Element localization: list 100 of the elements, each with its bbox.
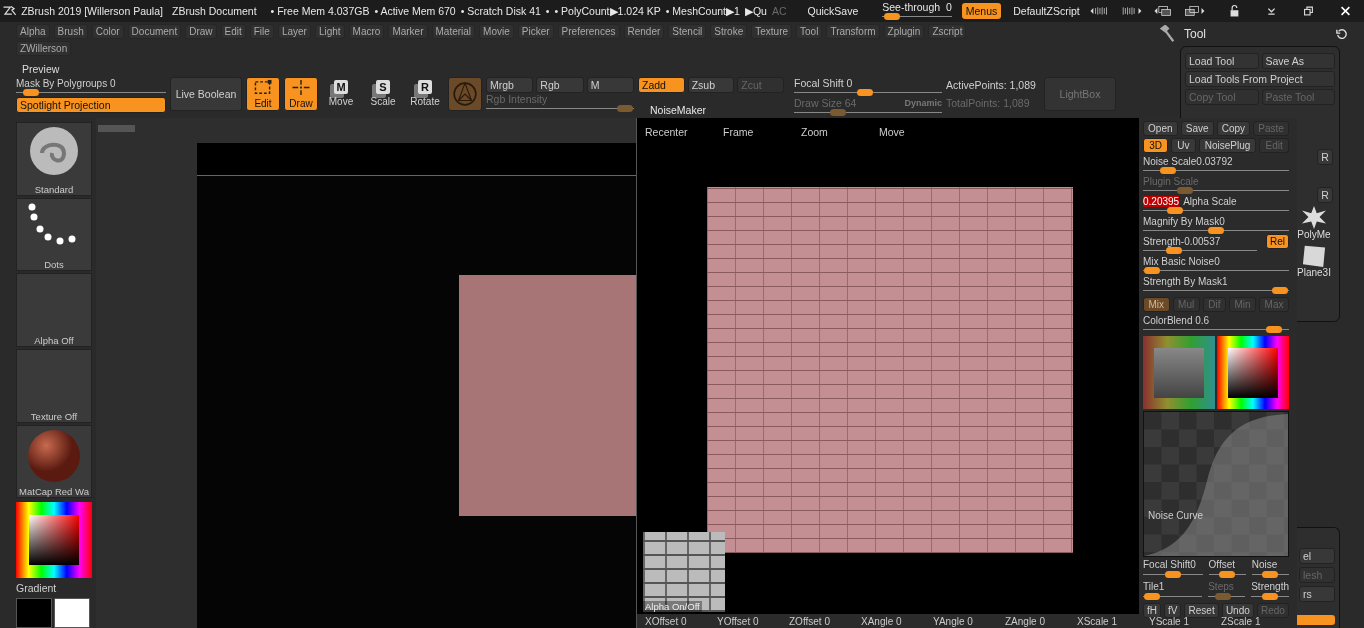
tool-button[interactable]: Save As [1261,53,1335,69]
view-button[interactable]: Recenter [645,126,723,138]
menu-item[interactable]: Zscript [928,24,967,39]
shelf-tile[interactable]: Standard [16,122,92,196]
color-mode-button[interactable]: Rgb [536,77,584,93]
slider-thumb[interactable] [1165,247,1182,254]
shelf-tile[interactable]: Dots [16,197,92,272]
transform-button[interactable]: M Move [322,77,360,111]
transform-button[interactable]: Edit [246,77,280,111]
transform-param[interactable]: YOffset 0 [717,615,789,627]
tool-button[interactable]: Load Tool [1185,53,1259,69]
layout-icon[interactable] [1184,4,1207,18]
menu-item[interactable]: Stroke [710,24,748,39]
slider-thumb[interactable] [884,13,900,20]
view-button[interactable]: Move [879,126,957,138]
live-boolean-button[interactable]: Live Boolean [170,77,242,111]
menu-item[interactable]: Movie [479,24,514,39]
slider-track[interactable] [1143,287,1289,295]
view-button[interactable]: Frame [723,126,801,138]
scroll-bar[interactable] [98,125,135,132]
shelf-tile[interactable]: Texture Off [16,349,92,423]
tool-thumbnail[interactable]: PolyMe [1293,205,1335,243]
file-button[interactable]: Copy [1216,121,1251,136]
transform-param[interactable]: ZScale 1 [1221,615,1293,627]
transform-param[interactable]: YScale 1 [1149,615,1221,627]
transform-param[interactable]: XOffset 0 [645,615,717,627]
rel-toggle[interactable]: Rel [1266,233,1289,249]
menu-item[interactable]: Stencil [668,24,707,39]
blend-mode-button[interactable]: Mix [1143,297,1170,312]
refresh-icon[interactable] [1336,28,1348,40]
spotlight-projection-button[interactable]: Spotlight Projection [16,97,166,113]
tool-button[interactable]: rs [1299,586,1335,602]
reset-r-button[interactable]: R [1317,187,1333,203]
transform-param[interactable]: XAngle 0 [861,615,933,627]
reset-r-button[interactable]: R [1317,149,1333,165]
menu-item[interactable]: Picker [517,24,554,39]
see-through-slider[interactable] [882,13,952,21]
transform-button[interactable]: Draw [284,77,318,111]
color-mode-button[interactable]: M [586,77,634,93]
color-mode-button[interactable]: Mrgb [486,77,534,93]
color-picker[interactable] [1143,336,1215,409]
lock-icon[interactable] [1229,4,1241,18]
slider-thumb[interactable] [1262,571,1279,578]
slider-thumb[interactable] [1262,593,1279,600]
transform-button[interactable]: R Rotate [406,77,444,111]
tool-button[interactable]: Load Tools From Project [1185,71,1335,87]
noise-curve-graph[interactable]: Noise Curve [1143,411,1289,557]
alpha-thumbnail[interactable]: Alpha On/Off [643,532,725,612]
slider-thumb[interactable] [1208,227,1224,234]
slider-thumb[interactable] [1272,287,1289,294]
mode-button[interactable]: NoisePlug [1198,138,1257,153]
menu-item[interactable]: Material [431,24,476,39]
slider-track[interactable] [1143,593,1203,601]
transform-param[interactable]: ZOffset 0 [789,615,861,627]
menu-item[interactable]: Marker [388,24,428,39]
menu-item[interactable]: File [249,24,274,39]
file-button[interactable]: Save [1180,121,1214,136]
menu-item[interactable]: Preferences [557,24,620,39]
menu-item[interactable]: Macro [348,24,385,39]
mode-button[interactable]: 3D [1143,138,1169,153]
color-picker[interactable] [16,502,92,578]
slider-thumb[interactable] [1164,571,1181,578]
menu-item[interactable]: Tool [796,24,823,39]
menu-item[interactable]: Render [623,24,665,39]
slider-thumb[interactable] [1143,267,1160,274]
shelf-tile[interactable]: Alpha Off [16,273,92,347]
menu-item[interactable]: Transform [826,24,880,39]
menu-item[interactable]: Texture [751,24,793,39]
slider-thumb[interactable] [1266,326,1283,333]
curve-button[interactable]: Undo [1221,603,1254,618]
menu-item[interactable]: Edit [220,24,246,39]
slider-value[interactable]: 0.20395 [1143,195,1180,207]
menu-item[interactable]: Alpha [16,24,50,39]
mode-button[interactable]: Uv [1171,138,1196,153]
scroll-right-icon[interactable] [1120,4,1143,18]
color-swatch[interactable] [16,598,52,628]
menu-item[interactable]: Layer [277,24,311,39]
view-button[interactable]: Zoom [801,126,879,138]
restore-icon[interactable] [1303,4,1315,18]
shelf-tile[interactable]: MatCap Red Wa [16,424,92,499]
slider-thumb[interactable] [1219,571,1236,578]
color-picker[interactable] [1217,336,1289,409]
tool-button[interactable]: el [1299,548,1335,564]
slider-thumb[interactable] [1143,593,1160,600]
sculpt-mode-button[interactable]: Zsub [687,77,735,93]
menu-item[interactable]: ZWillerson [16,41,72,56]
menu-item[interactable]: Document [127,24,182,39]
curve-button[interactable]: fH [1143,603,1161,618]
menu-item[interactable]: Brush [53,24,88,39]
menu-item[interactable]: Draw [185,24,217,39]
transform-param[interactable]: ZAngle 0 [1005,615,1077,627]
curve-button[interactable]: fV [1164,603,1182,618]
menu-item[interactable]: Color [91,24,124,39]
slider-thumb[interactable] [23,89,39,96]
color-swatch[interactable] [54,598,90,628]
menu-item[interactable]: Zplugin [883,24,925,39]
transform-param[interactable]: XScale 1 [1077,615,1149,627]
close-icon[interactable] [1340,4,1352,18]
sculpt-mode-button[interactable]: Zadd [638,77,685,93]
tool-thumbnail[interactable]: Plane3I [1293,243,1335,281]
